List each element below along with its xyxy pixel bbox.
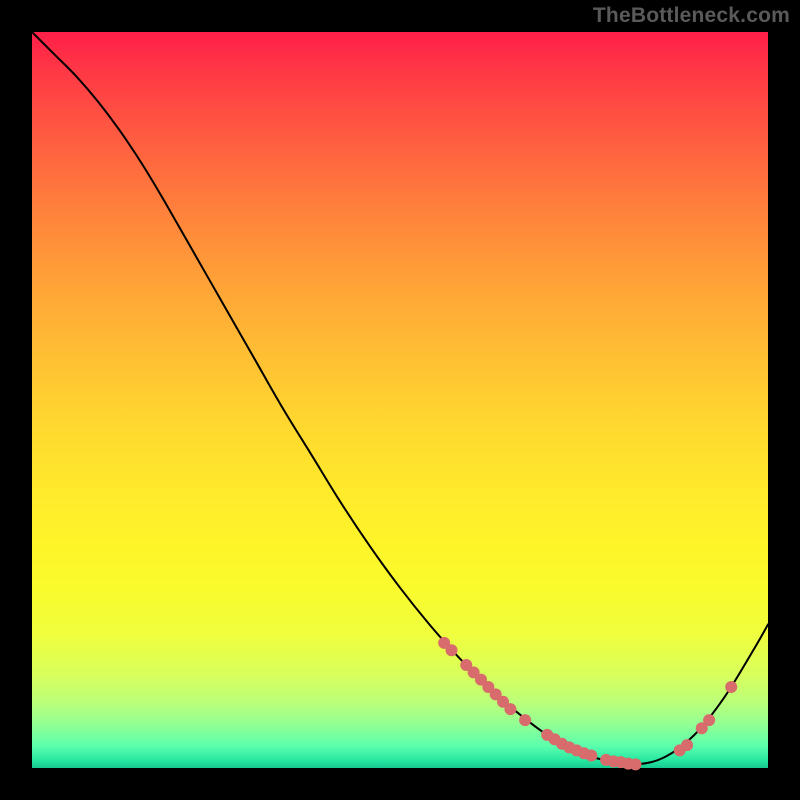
- data-marker: [703, 714, 715, 726]
- data-markers-group: [438, 637, 737, 770]
- bottleneck-curve: [32, 32, 768, 764]
- chart-svg: [32, 32, 768, 768]
- data-marker: [725, 681, 737, 693]
- watermark-text: TheBottleneck.com: [593, 4, 790, 28]
- data-marker: [446, 644, 458, 656]
- data-marker: [681, 739, 693, 751]
- data-marker: [630, 758, 642, 770]
- data-marker: [519, 714, 531, 726]
- data-marker: [504, 703, 516, 715]
- data-marker: [585, 749, 597, 761]
